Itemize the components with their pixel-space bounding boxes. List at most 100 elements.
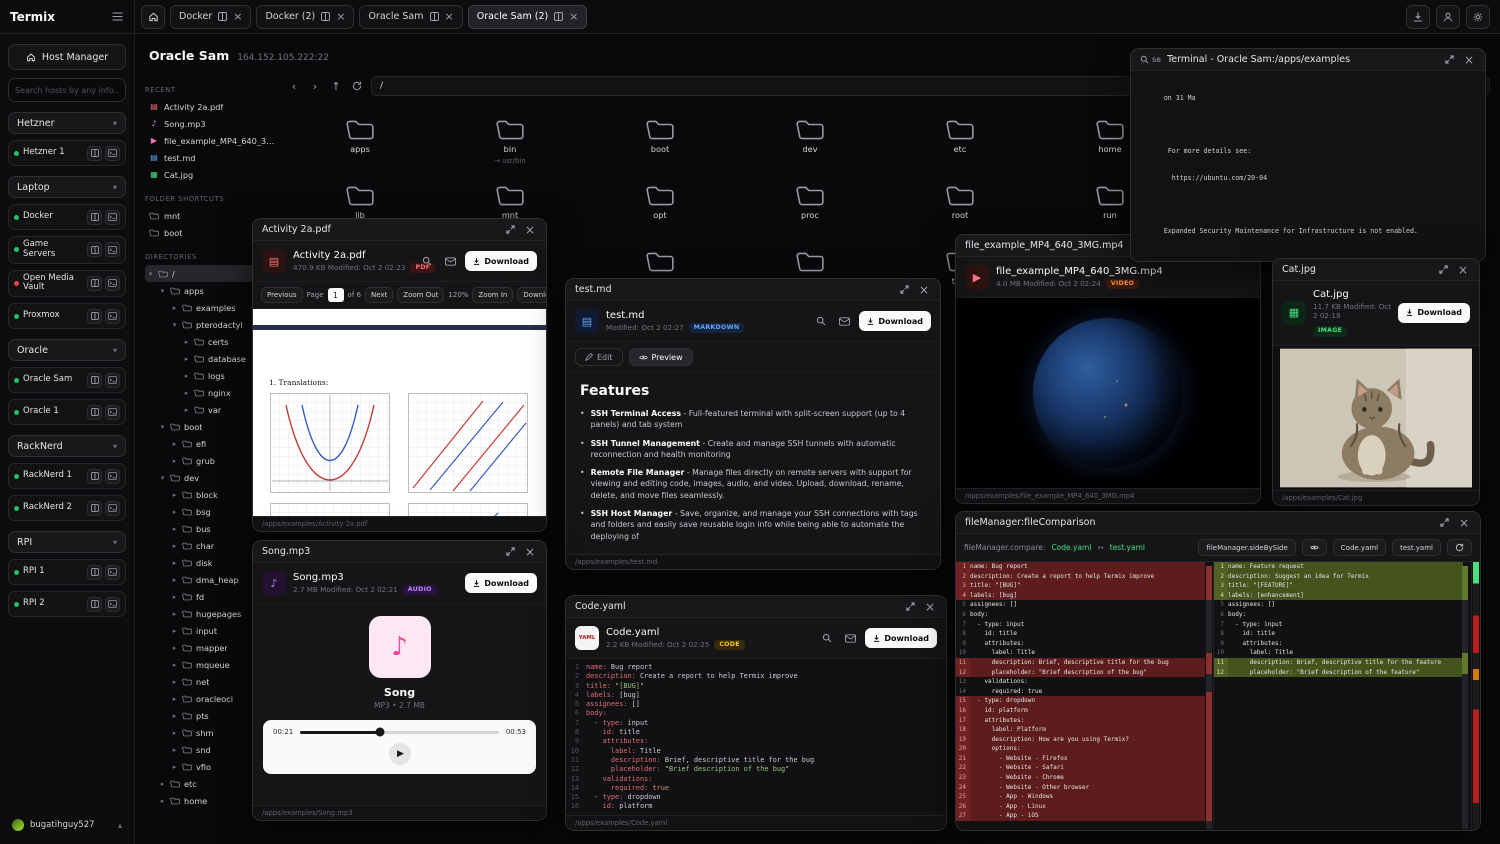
tree-chevron-icon[interactable]: ▸ [171, 576, 178, 584]
user-menu[interactable]: bugatihguy527 ▴ [8, 814, 126, 836]
window-titlebar[interactable]: Code.yaml × [566, 596, 946, 618]
search-icon[interactable] [819, 630, 835, 646]
tree-chevron-icon[interactable]: ▸ [171, 712, 178, 720]
host-group-header[interactable]: RPI ▾ [8, 531, 126, 553]
tree-chevron-icon[interactable]: ▸ [183, 406, 190, 414]
refresh-compare-button[interactable] [1447, 539, 1472, 556]
download-button[interactable]: Download [465, 573, 537, 593]
menu-hamburger-icon[interactable] [110, 10, 124, 24]
host-item[interactable]: Open Media Vault [8, 270, 126, 298]
host-item[interactable]: RPI 1 [8, 559, 126, 585]
expand-icon[interactable] [903, 600, 917, 614]
tab-close-icon[interactable]: × [233, 11, 242, 22]
host-files-button[interactable] [87, 242, 102, 257]
split-view-icon[interactable] [218, 12, 227, 21]
image-preview[interactable] [1273, 346, 1479, 490]
host-item[interactable]: Oracle 1 [8, 399, 126, 425]
folder-item[interactable]: boot [645, 106, 675, 172]
search-icon[interactable] [813, 313, 829, 329]
download-button[interactable]: Download [865, 628, 937, 648]
search-icon[interactable] [419, 253, 435, 269]
host-terminal-button[interactable] [105, 565, 120, 580]
host-manager-button[interactable]: Host Manager [8, 44, 126, 70]
window-titlebar[interactable]: Cat.jpg × [1273, 259, 1479, 281]
video-viewer-window[interactable]: file_example_MP4_640_3MG.mp4 × ▶ file_ex… [955, 234, 1261, 504]
folder-item[interactable]: apps [345, 106, 375, 172]
expand-icon[interactable] [503, 223, 517, 237]
tree-chevron-icon[interactable]: ▸ [171, 491, 178, 499]
tree-chevron-icon[interactable]: ▸ [171, 763, 178, 771]
seek-knob[interactable] [375, 728, 384, 737]
mail-icon[interactable] [842, 630, 858, 646]
tree-chevron-icon[interactable]: ▸ [171, 525, 178, 533]
tree-chevron-icon[interactable]: ▸ [171, 304, 178, 312]
recent-file[interactable]: Activity 2a.pdf [145, 98, 279, 115]
zoom-out-button[interactable]: Zoom Out [397, 287, 444, 303]
terminal-output[interactable]: on 31 Ma For more details see: https://u… [1131, 71, 1485, 261]
host-terminal-button[interactable] [105, 405, 120, 420]
host-item[interactable]: Oracle Sam [8, 367, 126, 393]
host-terminal-button[interactable] [105, 309, 120, 324]
code-viewer-window[interactable]: Code.yaml × YAML Code.yaml 2.2 KB Modifi… [565, 595, 947, 831]
host-terminal-button[interactable] [105, 597, 120, 612]
host-item[interactable]: RackNerd 1 [8, 463, 126, 489]
tree-chevron-icon[interactable]: ▾ [171, 321, 178, 329]
host-item[interactable]: RackNerd 2 [8, 495, 126, 521]
tree-chevron-icon[interactable]: ▸ [171, 695, 178, 703]
folder-item[interactable]: proc [795, 172, 825, 238]
diff-overview-ruler[interactable] [1473, 562, 1479, 830]
pdf-page-preview[interactable]: 1. Translations: [253, 309, 546, 516]
tree-chevron-icon[interactable]: ▸ [183, 372, 190, 380]
terminal-window[interactable]: se Terminal - Oracle Sam:/apps/examples … [1130, 48, 1486, 262]
tree-chevron-icon[interactable]: ▾ [159, 423, 166, 431]
next-page-button[interactable]: Next [365, 287, 393, 303]
edit-tab[interactable]: Edit [575, 348, 623, 366]
host-group-header[interactable]: Laptop ▾ [8, 176, 126, 198]
zoom-in-button[interactable]: Zoom In [472, 287, 513, 303]
back-icon[interactable]: ‹ [287, 78, 301, 94]
folder-item[interactable]: dev [795, 106, 825, 172]
folder-item[interactable]: opt [645, 172, 675, 238]
recent-file[interactable]: file_example_MP4_640_3MG... [145, 132, 279, 149]
host-item[interactable]: Game Servers [8, 236, 126, 264]
host-item[interactable]: RPI 2 [8, 591, 126, 617]
window-titlebar[interactable]: fileManager:fileComparison × [956, 512, 1480, 534]
split-view-icon[interactable] [321, 12, 330, 21]
home-tab-button[interactable] [141, 5, 165, 29]
tree-chevron-icon[interactable]: ▸ [171, 559, 178, 567]
seek-slider[interactable] [300, 731, 499, 734]
close-icon[interactable]: × [917, 283, 931, 297]
host-files-button[interactable] [87, 276, 102, 291]
host-group-header[interactable]: Hetzner ▾ [8, 112, 126, 134]
forward-icon[interactable]: › [308, 78, 322, 94]
previous-page-button[interactable]: Previous [261, 287, 303, 303]
expand-icon[interactable] [1442, 53, 1456, 67]
close-icon[interactable]: × [523, 223, 537, 237]
profile-icon[interactable] [1436, 5, 1460, 29]
tree-chevron-icon[interactable]: ▸ [159, 797, 166, 805]
host-files-button[interactable] [87, 597, 102, 612]
code-editor[interactable]: 1 name: Bug report 2 description: Create… [566, 659, 946, 815]
audio-player-window[interactable]: Song.mp3 × ♪ Song.mp3 2.7 MB Modified: O… [252, 540, 547, 821]
host-item[interactable]: Proxmox [8, 303, 126, 329]
diff-left-minimap[interactable] [1206, 566, 1212, 829]
file-comparison-window[interactable]: fileManager:fileComparison × fileManager… [955, 511, 1481, 831]
folder-item[interactable]: run [1095, 172, 1125, 238]
toggle-visibility-button[interactable] [1302, 539, 1327, 556]
tree-chevron-icon[interactable]: ▸ [171, 542, 178, 550]
close-icon[interactable]: × [523, 545, 537, 559]
terminal-search[interactable]: se [1140, 55, 1161, 64]
host-files-button[interactable] [87, 373, 102, 388]
host-item[interactable]: Docker [8, 204, 126, 230]
host-terminal-button[interactable] [105, 373, 120, 388]
diff-left-pane[interactable]: 1 name: Bug report 2 description: Create… [956, 562, 1214, 830]
play-button[interactable]: ▶ [389, 743, 411, 765]
download-button[interactable]: Download [1398, 303, 1470, 323]
host-terminal-button[interactable] [105, 210, 120, 225]
tree-chevron-icon[interactable]: ▸ [171, 627, 178, 635]
pdf-download-button[interactable]: Download [517, 287, 546, 303]
markdown-viewer-window[interactable]: test.md × ▤ test.md Modified: Oct 2 02:2… [565, 278, 941, 570]
host-item[interactable]: Hetzner 1 [8, 140, 126, 166]
expand-icon[interactable] [1436, 263, 1450, 277]
folder-item[interactable]: bin → usr/bin [494, 106, 525, 172]
